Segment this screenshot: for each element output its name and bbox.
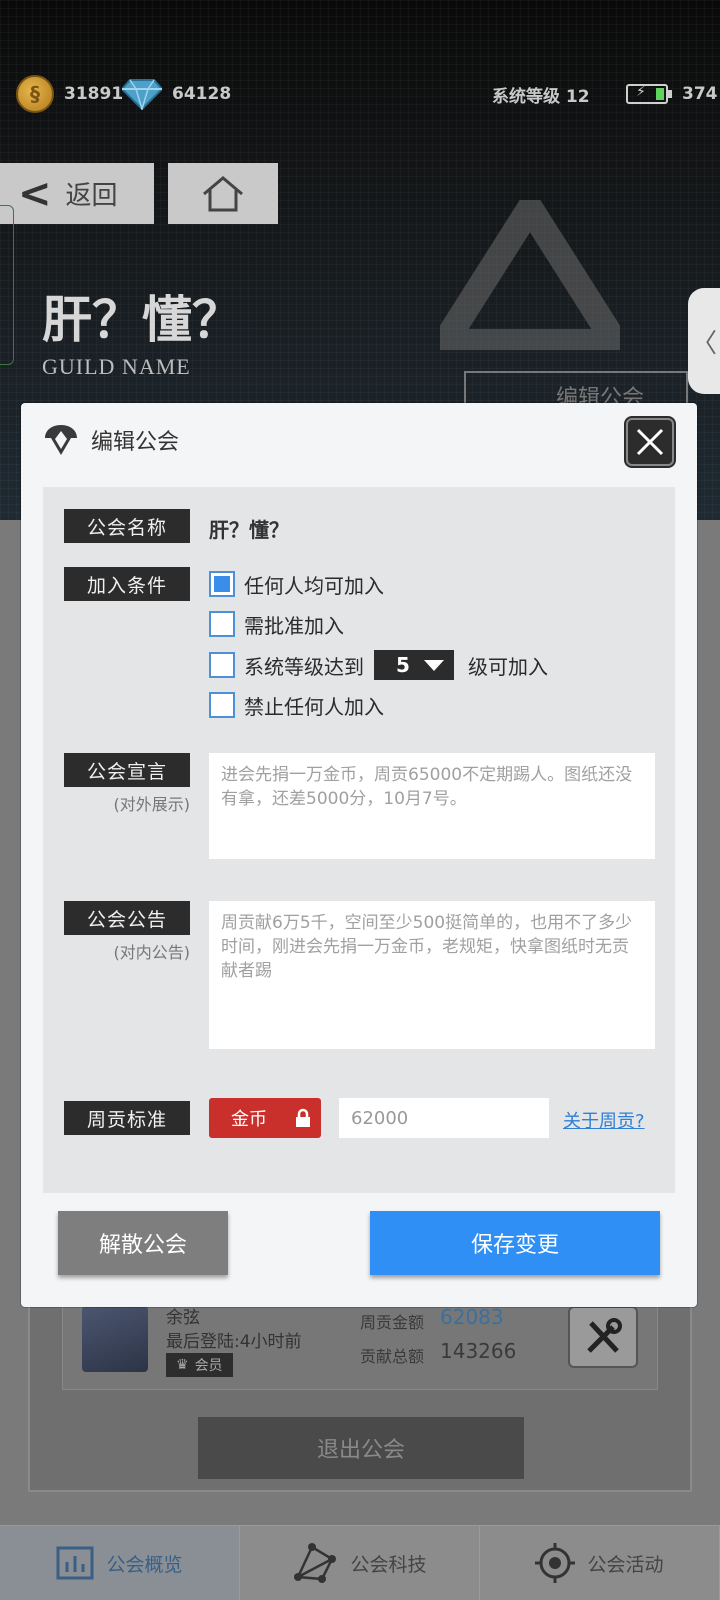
close-button[interactable] <box>626 418 674 466</box>
gold-amount: 31891 <box>64 84 124 104</box>
join-condition-label: 加入条件 <box>64 567 190 601</box>
side-drawer-tab[interactable]: 〈 <box>688 288 720 394</box>
edit-guild-dialog: 编辑公会 公会名称 肝？懂？ 加入条件 任何人均可加入 需批准加入 系统等级达到… <box>21 403 697 1307</box>
diamond-amount: 64128 <box>172 84 232 104</box>
close-icon <box>636 428 664 456</box>
nav-guild-overview[interactable]: 公会概览 <box>0 1526 240 1600</box>
system-level: 系统等级 12 <box>492 86 590 107</box>
total-contribution-label: 贡献总额 <box>360 1347 425 1366</box>
nav-guild-tech[interactable]: 公会科技 <box>240 1526 480 1600</box>
energy: ⚡ 374 <box>626 76 718 112</box>
notice-sublabel: (对内公告) <box>113 943 191 962</box>
guild-name-value: 肝？懂？ <box>209 518 289 542</box>
checkbox-anyone[interactable] <box>209 571 235 597</box>
gold-coin-icon: § <box>16 75 54 113</box>
battery-icon: ⚡ <box>626 84 672 104</box>
dialog-form: 公会名称 肝？懂？ 加入条件 任何人均可加入 需批准加入 系统等级达到 5 级可… <box>43 487 675 1193</box>
dialog-title: 编辑公会 <box>91 430 180 455</box>
guild-emblem-icon <box>45 425 77 455</box>
back-label: 返回 <box>65 181 118 211</box>
join-option-level-suffix: 级可加入 <box>468 654 548 679</box>
diamond-icon <box>122 79 162 110</box>
dropdown-triangle-icon <box>424 659 444 671</box>
back-button[interactable]: < 返回 <box>0 163 154 224</box>
notice-textarea[interactable]: 周贡献6万5千，空间至少500挺简单的，也用不了多少时间，刚进会先捐一万金币，老… <box>209 901 655 1049</box>
guild-name-caption: GUILD NAME <box>42 354 191 379</box>
checkbox-level[interactable] <box>209 652 235 678</box>
declaration-textarea[interactable]: 进会先捐一万金币，周贡65000不定期踢人。图纸还没有拿，还差5000分，10月… <box>209 753 655 859</box>
nav-tech-label: 公会科技 <box>350 1553 427 1576</box>
diamond-currency: 64128 <box>122 76 231 112</box>
home-icon <box>203 175 243 211</box>
overview-chart-icon <box>56 1546 94 1580</box>
join-option-level-prefix: 系统等级达到 <box>244 654 364 679</box>
join-option-approval[interactable]: 需批准加入 <box>209 609 344 639</box>
weekly-amount-input[interactable]: 62000 <box>339 1098 549 1138</box>
currency-lock: 金币 <box>209 1098 321 1138</box>
bottom-nav: 公会概览 公会科技 公会活动 <box>0 1525 720 1600</box>
join-option-level[interactable]: 系统等级达到 5 级可加入 <box>209 650 548 680</box>
join-option-forbid-label: 禁止任何人加入 <box>244 694 384 719</box>
energy-amount: 374 <box>682 84 718 104</box>
nav-guild-activity[interactable]: 公会活动 <box>480 1526 720 1600</box>
member-last-login: 最后登陆:4小时前 <box>166 1332 302 1352</box>
join-option-forbid[interactable]: 禁止任何人加入 <box>209 690 384 720</box>
crown-icon: ♛ <box>176 1357 189 1373</box>
currency-label: 金币 <box>231 1109 267 1130</box>
join-option-anyone[interactable]: 任何人均可加入 <box>209 569 384 599</box>
gold-currency: § 31891 <box>16 75 124 113</box>
notice-label: 公会公告 <box>64 901 190 935</box>
save-changes-button[interactable]: 保存变更 <box>370 1211 660 1275</box>
weekly-contribution-value: 62083 <box>440 1305 504 1329</box>
disband-guild-button[interactable]: 解散公会 <box>58 1211 228 1275</box>
checkbox-forbid[interactable] <box>209 692 235 718</box>
chevron-left-icon: < <box>18 170 52 217</box>
quit-guild-button[interactable]: 退出公会 <box>198 1417 524 1479</box>
left-edge-tab <box>0 205 14 365</box>
member-role-badge: ♛ 会员 <box>166 1353 233 1377</box>
about-weekly-link[interactable]: 关于周贡? <box>563 1107 645 1133</box>
join-option-approval-label: 需批准加入 <box>244 613 344 638</box>
dialog-header: 编辑公会 <box>43 423 179 457</box>
weekly-standard-label: 周贡标准 <box>64 1101 190 1135</box>
member-manage-button[interactable] <box>568 1306 638 1368</box>
member-role-label: 会员 <box>194 1358 223 1374</box>
tech-network-icon <box>294 1543 337 1583</box>
declaration-sublabel: (对外展示) <box>113 795 191 814</box>
join-option-anyone-label: 任何人均可加入 <box>244 573 384 598</box>
total-contribution-value: 143266 <box>440 1339 517 1363</box>
tools-icon <box>587 1318 622 1353</box>
guild-logo-icon <box>440 200 620 350</box>
level-select-value: 5 <box>396 653 410 677</box>
lock-icon <box>296 1108 310 1127</box>
nav-activity-label: 公会活动 <box>587 1553 664 1576</box>
checkbox-approval[interactable] <box>209 611 235 637</box>
declaration-label: 公会宣言 <box>64 753 190 787</box>
nav-overview-label: 公会概览 <box>106 1553 183 1576</box>
home-button[interactable] <box>168 163 278 224</box>
level-select[interactable]: 5 <box>374 650 454 680</box>
weekly-contribution-label: 周贡金额 <box>360 1313 425 1332</box>
target-icon <box>535 1543 576 1583</box>
avatar[interactable] <box>82 1306 148 1372</box>
guild-name-label: 公会名称 <box>64 509 190 543</box>
guild-name-title: 肝？懂？ <box>42 290 242 349</box>
